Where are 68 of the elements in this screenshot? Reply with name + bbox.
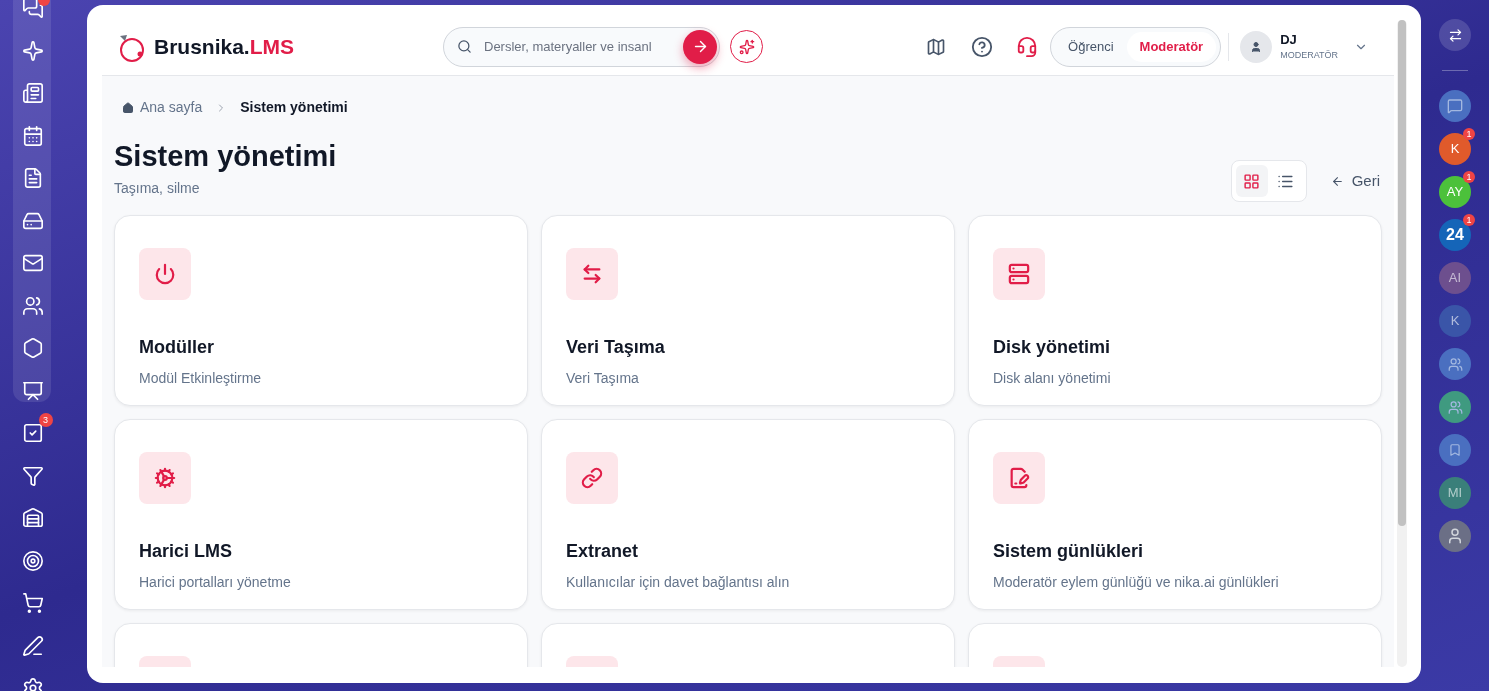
search-field[interactable]: Dersler, materyaller ve insanl xyxy=(443,26,720,67)
card-title: Modüller xyxy=(139,336,215,359)
arrow-left-icon xyxy=(1330,174,1344,188)
funnel-icon[interactable] xyxy=(21,464,44,487)
link-icon xyxy=(566,452,618,504)
garage-icon[interactable] xyxy=(21,507,44,529)
home-icon xyxy=(122,101,134,114)
cart-icon[interactable] xyxy=(21,592,44,614)
card-title: Extranet xyxy=(566,540,640,563)
chat-exchange-icon[interactable] xyxy=(1439,19,1471,51)
role-tab[interactable]: Öğrenci xyxy=(1055,31,1127,62)
card-description: Veri Taşıma xyxy=(566,369,640,388)
module-card[interactable]: Veri Taşıma Veri Taşıma xyxy=(541,215,955,406)
search-input[interactable]: Dersler, materyaller ve insanl xyxy=(484,36,671,57)
page-title: Sistem yönetimi xyxy=(114,139,337,174)
back-button[interactable]: Geri xyxy=(1330,169,1380,193)
notification-badge: 1 xyxy=(1463,171,1475,183)
module-card[interactable]: Modüller Modül Etkinleştirme xyxy=(114,215,528,406)
logo-text: Brusnika.LMS xyxy=(154,33,295,60)
chat-avatar[interactable]: K xyxy=(1439,305,1471,337)
page-subtitle: Taşıma, silme xyxy=(114,179,201,198)
search-submit-button[interactable] xyxy=(683,29,717,64)
card-description: Harici portalları yönetme xyxy=(139,573,292,592)
target-icon[interactable] xyxy=(21,549,44,572)
card-description: Modül Etkinleştirme xyxy=(139,369,263,388)
pen-icon[interactable] xyxy=(21,634,44,657)
card-title: Disk yönetimi xyxy=(993,336,1112,359)
module-card[interactable]: Disk yönetimi Disk alanı yönetimi xyxy=(968,215,1382,406)
card-title: Harici LMS xyxy=(139,540,234,563)
module-card[interactable]: Harici LMS Harici portalları yönetme xyxy=(114,419,528,610)
user-initials: DJ xyxy=(1280,31,1298,48)
scrollbar[interactable] xyxy=(1397,20,1407,667)
sparkle-icon[interactable] xyxy=(21,39,44,62)
card-description: Moderatör eylem günlüğü ve nika.ai günlükleri xyxy=(993,573,1280,592)
user-role: MODERATÖR xyxy=(1280,48,1338,62)
newspaper-icon[interactable] xyxy=(21,82,44,104)
card-title: Veri Taşıma xyxy=(566,336,666,359)
card-description: Disk alanı yönetimi xyxy=(993,369,1112,388)
card-description: Kullanıcılar için davet bağlantısı alın xyxy=(566,573,791,592)
sparkles-icon xyxy=(738,38,755,55)
module-card[interactable]: Sistem günlükleri Moderatör eylem günlüğü ve nika.ai günlükleri xyxy=(968,419,1382,610)
gear-icon xyxy=(139,452,191,504)
grid-view-button[interactable] xyxy=(1235,165,1268,197)
users-icon[interactable] xyxy=(21,294,44,317)
document-icon xyxy=(993,452,1045,504)
card-title: Sistem günlükleri xyxy=(993,540,1145,563)
breadcrumb-link[interactable]: Ana sayfa xyxy=(140,97,203,118)
arrows-icon xyxy=(566,248,618,300)
calendar-icon[interactable] xyxy=(21,124,44,147)
checkbox-icon[interactable] xyxy=(21,422,44,444)
search-icon xyxy=(457,39,472,54)
presentation-icon[interactable] xyxy=(21,379,44,402)
person-avatar-icon[interactable] xyxy=(1439,520,1471,552)
grid-icon xyxy=(1243,172,1261,190)
map-icon[interactable] xyxy=(926,36,947,57)
breadcrumb-current: Sistem yönetimi xyxy=(240,98,348,117)
notification-badge: 1 xyxy=(1463,128,1475,140)
mail-icon[interactable] xyxy=(21,252,44,274)
headset-icon[interactable] xyxy=(1016,35,1039,58)
notification-badge: 3 xyxy=(38,413,53,427)
help-icon[interactable] xyxy=(971,35,994,58)
module-card[interactable]: Extranet Kullanıcılar için davet bağlantısı alın xyxy=(541,419,955,610)
chat-avatar[interactable]: AI xyxy=(1439,262,1471,294)
avatar-icon[interactable] xyxy=(1240,30,1273,63)
hexagon-icon[interactable] xyxy=(21,337,44,359)
server-icon xyxy=(993,248,1045,300)
notification-badge: 1 xyxy=(1463,214,1475,226)
role-tab[interactable]: Moderatör xyxy=(1126,31,1217,62)
